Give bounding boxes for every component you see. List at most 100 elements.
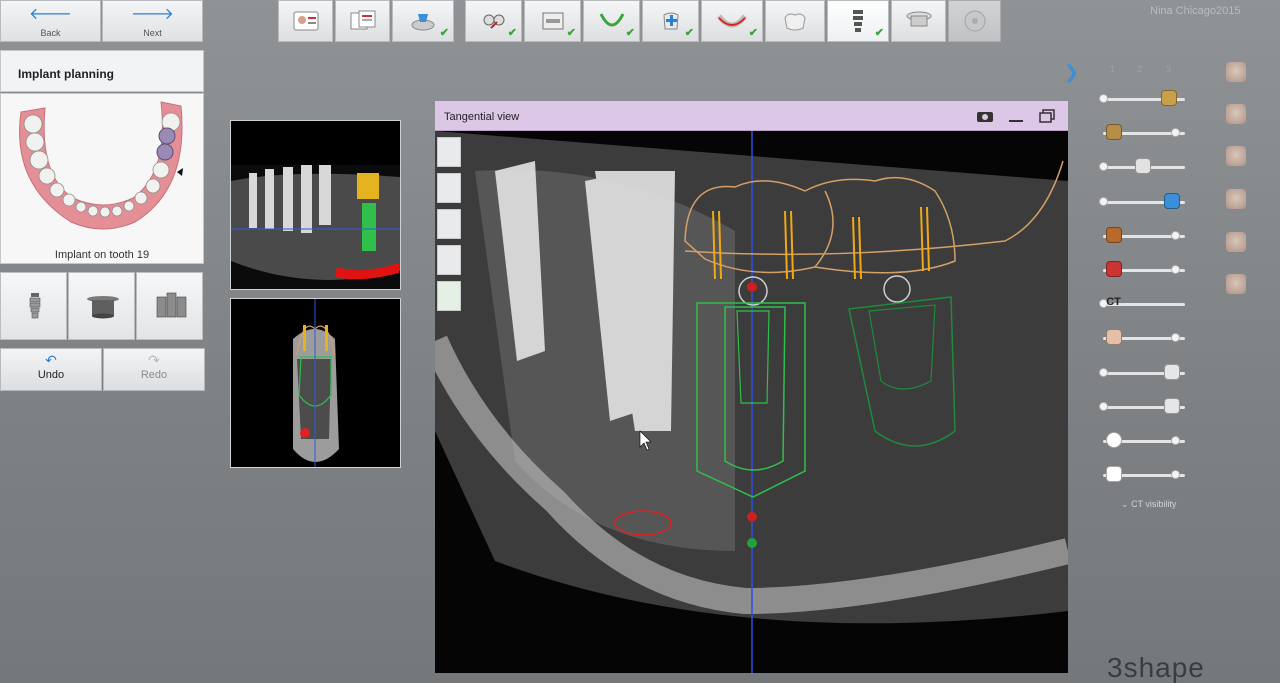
implant-library-button[interactable]	[136, 272, 203, 340]
camera-icon[interactable]	[976, 108, 994, 124]
sleeve-view-tool[interactable]	[437, 209, 461, 239]
tangential-view-title: Tangential view	[444, 111, 520, 123]
implant-tool-button[interactable]	[0, 272, 67, 340]
ct-visibility-toggle[interactable]: ⌄ CT visibility	[1121, 499, 1176, 510]
slider-knob[interactable]	[1099, 401, 1108, 411]
face-view-5-icon[interactable]	[1226, 232, 1246, 252]
jaw-overview[interactable]: Implant on tooth 19	[0, 93, 204, 264]
face-view-4-icon[interactable]	[1226, 189, 1246, 209]
slider-cylinder[interactable]	[1099, 192, 1189, 209]
tangential-view-window[interactable]: Tangential view	[435, 101, 1068, 673]
cross-section-ct-image	[293, 299, 339, 467]
brightness-icon[interactable]	[1106, 432, 1123, 448]
reset-view-tool[interactable]	[437, 281, 461, 311]
slider-knob[interactable]	[1171, 436, 1180, 445]
nerve-icon	[717, 14, 747, 28]
slider-knob[interactable]	[1171, 333, 1180, 343]
upper-jaw-icon[interactable]	[1163, 397, 1180, 414]
step-implant[interactable]: ✔	[827, 0, 889, 42]
undo-label: Undo	[37, 369, 65, 381]
redo-button[interactable]: ↷ Redo	[103, 348, 205, 391]
slider-abutment[interactable]	[1099, 124, 1189, 141]
panoramic-view[interactable]	[230, 120, 401, 290]
next-button[interactable]: 🡒 Next	[102, 0, 203, 42]
slider-ct[interactable]: CT	[1099, 296, 1189, 311]
step-segmentation[interactable]: ✔	[465, 0, 522, 42]
panel-title: Implant planning	[0, 50, 204, 92]
slider-crown-gold[interactable]	[1099, 90, 1189, 106]
check-icon: ✔	[748, 27, 758, 39]
sleeve-tool-button[interactable]	[68, 272, 135, 340]
slider-knob[interactable]	[1171, 128, 1180, 138]
tab-1[interactable]: 1	[1110, 64, 1115, 74]
cylinder-icon[interactable]	[1163, 192, 1180, 209]
face-icon[interactable]	[1106, 329, 1123, 346]
step-patient[interactable]	[278, 0, 333, 42]
slider-knob[interactable]	[1099, 367, 1108, 377]
step-add-tooth[interactable]: ✔	[642, 0, 699, 42]
redo-icon: ↷	[148, 352, 160, 368]
slider-knob[interactable]	[1171, 265, 1180, 274]
implant-icon	[853, 10, 863, 32]
slider-scissors[interactable]	[1099, 261, 1189, 277]
restore-icon[interactable]	[1038, 108, 1056, 124]
ct-visibility-label: CT visibility	[1131, 499, 1177, 509]
step-arch[interactable]: ✔	[583, 0, 640, 42]
delete-measure-tool[interactable]	[437, 245, 461, 275]
face-view-3-icon[interactable]	[1226, 146, 1246, 166]
slider-knob[interactable]	[1099, 196, 1108, 206]
scissors-icon[interactable]	[1106, 261, 1123, 277]
minimize-icon[interactable]	[1007, 108, 1025, 124]
slider-sleeve-bronze[interactable]	[1099, 226, 1189, 243]
slider-tooth[interactable]	[1099, 158, 1189, 175]
slider-upper-jaw[interactable]	[1099, 397, 1189, 414]
cross-section-view[interactable]	[230, 298, 401, 468]
slider-knob[interactable]	[1099, 162, 1108, 172]
implant-screw-icon	[29, 293, 41, 319]
sleeve-bronze-icon[interactable]	[1106, 226, 1123, 243]
step-order[interactable]	[335, 0, 390, 42]
slider-knob[interactable]	[1171, 230, 1180, 240]
face-view-1-icon[interactable]	[1226, 62, 1246, 82]
back-button[interactable]: 🡐 Back	[0, 0, 101, 42]
chevron-right-icon[interactable]: ❯	[1064, 62, 1079, 83]
step-sleeve[interactable]	[891, 0, 946, 42]
check-icon: ✔	[874, 27, 884, 39]
check-icon: ✔	[625, 27, 635, 39]
order-form-icon	[350, 10, 375, 30]
tooth-icon[interactable]	[1135, 158, 1151, 175]
tab-3[interactable]: 3	[1166, 64, 1171, 74]
step-crown[interactable]	[765, 0, 825, 42]
step-nerve[interactable]: ✔	[701, 0, 763, 42]
slider-knob[interactable]	[1171, 470, 1180, 480]
step-scan-import[interactable]: ✔	[392, 0, 454, 42]
tab-2[interactable]: 2	[1137, 64, 1142, 74]
ct-icon[interactable]: CT	[1106, 296, 1121, 308]
slider-face[interactable]	[1099, 329, 1189, 346]
lower-jaw-icon[interactable]	[1163, 363, 1180, 380]
crown-view-tool[interactable]	[437, 137, 461, 167]
export-disc-icon	[964, 10, 985, 32]
ruler-tool[interactable]	[437, 173, 461, 203]
check-icon: ✔	[507, 27, 517, 39]
arch-curve-icon	[599, 13, 624, 27]
slider-knob[interactable]	[1099, 94, 1108, 103]
next-label: Next	[143, 28, 162, 38]
step-export[interactable]	[948, 0, 1001, 42]
slider-contrast[interactable]	[1099, 466, 1189, 483]
contrast-icon[interactable]	[1106, 466, 1123, 483]
slider-lower-jaw[interactable]	[1099, 363, 1189, 380]
scan-import-icon	[411, 14, 435, 31]
slider-brightness[interactable]	[1099, 432, 1189, 448]
crown-gold-icon[interactable]	[1160, 90, 1177, 106]
step-ct[interactable]: ✔	[524, 0, 581, 42]
check-icon: ✔	[439, 27, 449, 39]
undo-button[interactable]: ↶ Undo	[0, 348, 102, 391]
face-view-6-icon[interactable]	[1226, 274, 1246, 294]
patient-card-icon	[293, 11, 318, 31]
arrow-right-icon: 🡒	[131, 6, 174, 23]
abutment-icon[interactable]	[1106, 124, 1123, 141]
arrow-left-icon: 🡐	[29, 6, 72, 23]
face-view-2-icon[interactable]	[1226, 104, 1246, 124]
user-name: Nina Chicago2015	[1150, 5, 1241, 17]
